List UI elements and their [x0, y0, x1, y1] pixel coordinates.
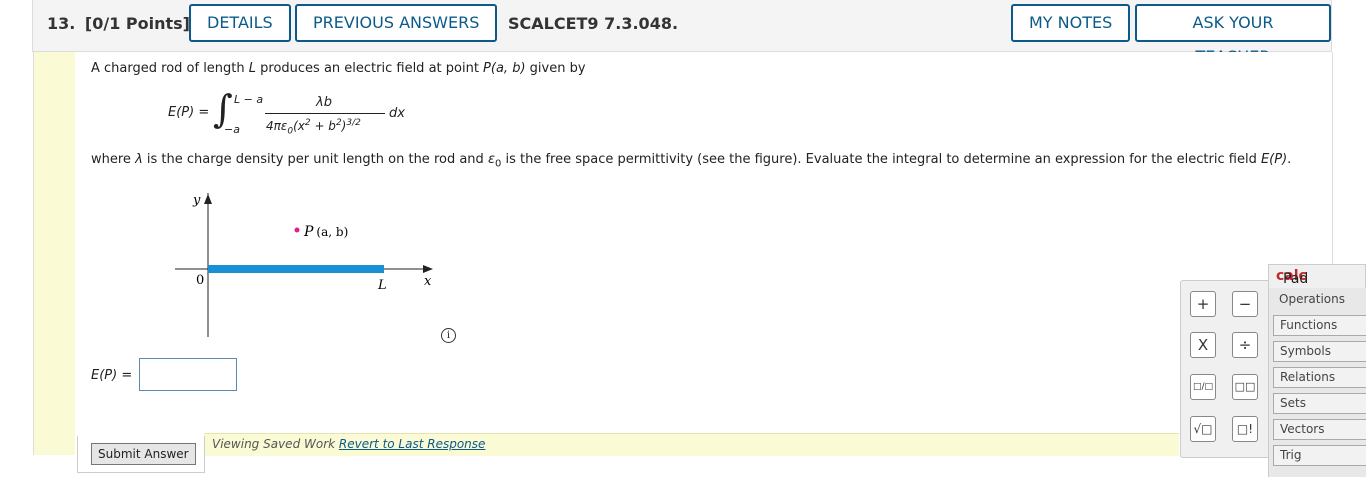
- denominator-sup3: 3/2: [346, 118, 361, 128]
- divide-button[interactable]: ÷: [1232, 332, 1258, 358]
- point-p-label: P (a, b): [303, 224, 348, 240]
- assignment-code: SCALCET9 7.3.048.: [508, 14, 679, 33]
- denominator-c: + b: [310, 119, 336, 133]
- origin-label: 0: [196, 273, 204, 288]
- submit-answer-button[interactable]: Submit Answer: [91, 443, 196, 465]
- question-number: 13. [0/1 Points]: [47, 14, 190, 33]
- charged-rod: [208, 265, 384, 273]
- ask-your-teacher-button[interactable]: ASK YOUR TEACHER: [1135, 4, 1331, 66]
- my-notes-button[interactable]: MY NOTES: [1011, 4, 1131, 42]
- sqrt-button[interactable]: √□: [1190, 416, 1216, 442]
- problem-where-text: where λ is the charge density per unit l…: [91, 152, 1291, 170]
- calcpad-menu-functions[interactable]: Functions: [1273, 315, 1366, 336]
- left-highlight-bar: [33, 52, 76, 455]
- intro-P: P: [483, 61, 491, 76]
- multiply-button[interactable]: X: [1190, 332, 1216, 358]
- previous-answers-button[interactable]: PREVIOUS ANSWERS: [295, 4, 498, 42]
- intro-text-2: produces an electric field at point: [256, 61, 484, 76]
- lower-limit: −a: [224, 123, 240, 136]
- x-axis-label: x: [424, 274, 432, 289]
- denominator-a: 4πε: [266, 119, 288, 133]
- question-header: 13. [0/1 Points] DETAILS PREVIOUS ANSWER…: [32, 0, 1332, 66]
- where-lambda: λ: [135, 152, 143, 167]
- intro-L: L: [248, 61, 257, 76]
- minus-button[interactable]: −: [1232, 291, 1258, 317]
- calcpad-menu-symbols[interactable]: Symbols: [1273, 341, 1366, 362]
- x-axis-arrow: [423, 265, 433, 273]
- calcpad-menu-trig[interactable]: Trig: [1273, 445, 1366, 466]
- question-number-text: 13.: [47, 14, 76, 33]
- saved-work-text: Viewing Saved Work Revert to Last Respon…: [212, 437, 485, 451]
- where-epsilon: ε: [487, 152, 495, 167]
- calcpad-menu-sets[interactable]: Sets: [1273, 393, 1366, 414]
- where-text-2: is the charge density per unit length on…: [142, 152, 488, 167]
- formula-lhs: E(P) =: [168, 105, 210, 120]
- formula-denominator: 4πε0(x2 + b2)3/2: [266, 118, 361, 136]
- calcpad-title: calc Pad: [1268, 264, 1366, 288]
- problem-intro: A charged rod of length L produces an el…: [91, 61, 586, 76]
- calcpad-menu: Operations Functions Symbols Relations S…: [1268, 288, 1366, 477]
- point-p-name: P: [303, 224, 314, 240]
- saved-work-bar: Viewing Saved Work Revert to Last Respon…: [204, 433, 1179, 456]
- formula-numerator: λb: [316, 95, 332, 110]
- intro-text-3: given by: [525, 61, 586, 76]
- calcpad-keys: + − X ÷ □/□ □□ √□ □!: [1180, 280, 1270, 458]
- rod-length-label: L: [377, 278, 387, 293]
- where-EP: E(P): [1260, 152, 1288, 167]
- calcpad-menu-operations[interactable]: Operations: [1273, 290, 1366, 311]
- question-points: [0/1 Points]: [84, 14, 190, 33]
- calcpad-title-rest: Pad: [1283, 271, 1309, 287]
- details-button[interactable]: DETAILS: [189, 4, 291, 42]
- y-axis-label: y: [192, 193, 201, 208]
- calcpad-menu-relations[interactable]: Relations: [1273, 367, 1366, 388]
- denominator-b: (x: [293, 119, 305, 133]
- calcpad-menu-vectors[interactable]: Vectors: [1273, 419, 1366, 440]
- point-p-marker: [294, 227, 300, 233]
- revert-link[interactable]: Revert to Last Response: [339, 437, 486, 451]
- intro-text-1: A charged rod of length: [91, 61, 249, 76]
- exponent-button[interactable]: □□: [1232, 374, 1258, 400]
- intro-args: (a, b): [490, 61, 526, 76]
- fraction-bar: [265, 113, 385, 114]
- formula-dx: dx: [389, 106, 405, 121]
- where-text-3: is the free space permittivity (see the …: [501, 152, 1261, 167]
- where-text-4: .: [1287, 152, 1292, 167]
- point-p-args: (a, b): [316, 225, 348, 239]
- where-text-1: where: [91, 152, 136, 167]
- y-axis-arrow: [204, 194, 212, 204]
- rod-figure: y x 0 L P (a, b): [175, 193, 433, 337]
- viewing-saved-work-label: Viewing Saved Work: [212, 437, 339, 451]
- answer-label: E(P) =: [91, 368, 133, 383]
- info-icon[interactable]: i: [441, 328, 456, 343]
- calcpad-title-text: calc Pad: [1276, 268, 1309, 287]
- plus-button[interactable]: +: [1190, 291, 1216, 317]
- fraction-button[interactable]: □/□: [1190, 374, 1216, 400]
- upper-limit: L − a: [234, 93, 264, 106]
- answer-input[interactable]: [139, 358, 237, 391]
- submit-container: Submit Answer: [77, 436, 205, 473]
- factorial-button[interactable]: □!: [1232, 416, 1258, 442]
